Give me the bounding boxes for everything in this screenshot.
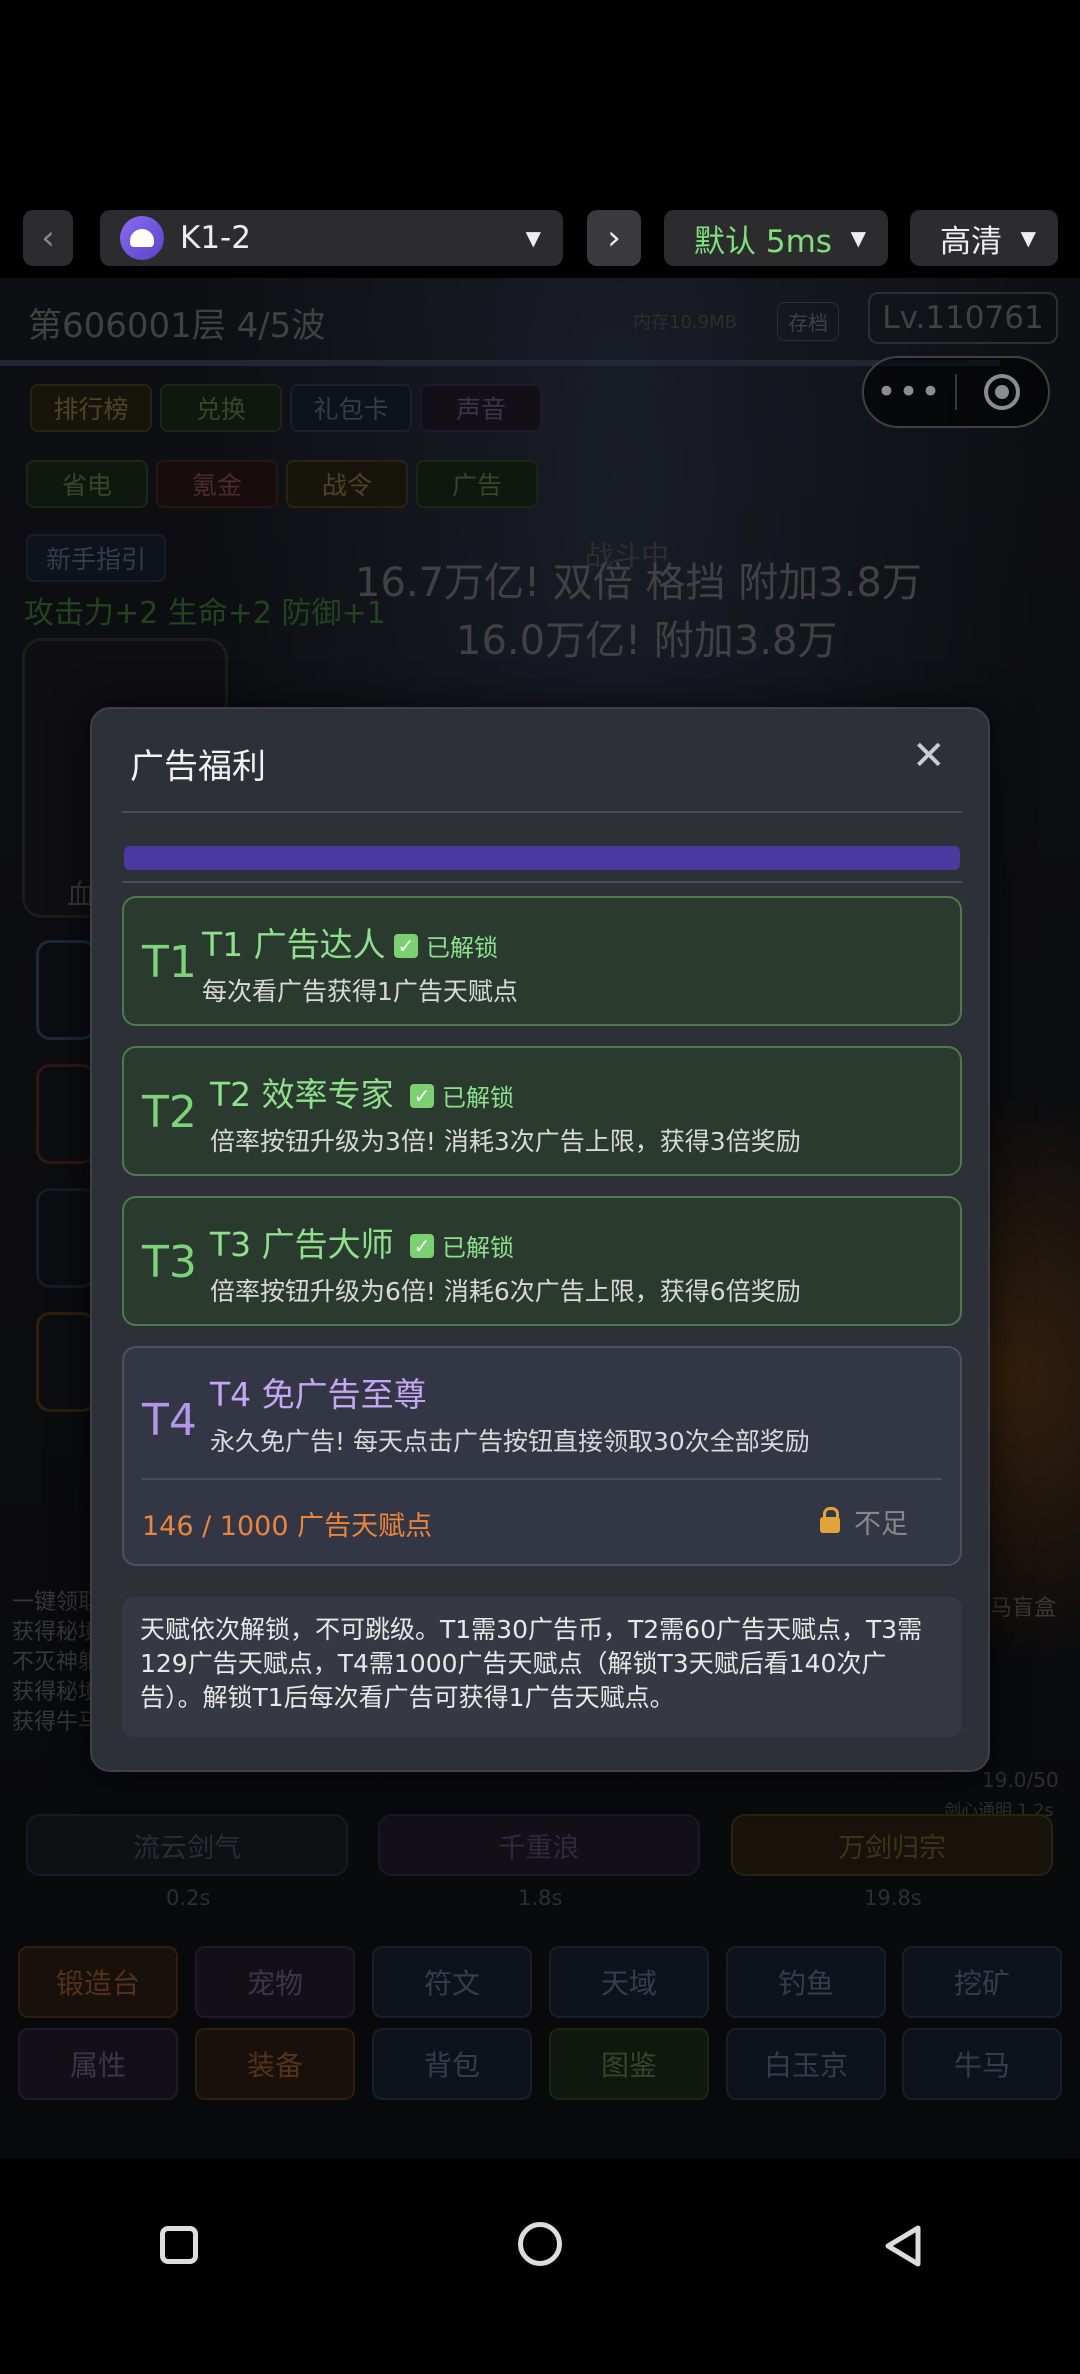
insufficient-status: 不足 bbox=[820, 1502, 908, 1541]
unlocked-badge: ✓ 已解锁 bbox=[410, 1228, 514, 1263]
tier-description: 倍率按钮升级为3倍! 消耗3次广告上限，获得3倍奖励 bbox=[210, 1127, 801, 1156]
forward-button[interactable]: › bbox=[587, 210, 641, 266]
tier-number: T4 bbox=[142, 1394, 197, 1446]
divider bbox=[142, 1478, 942, 1480]
tier-description: 每次看广告获得1广告天赋点 bbox=[202, 977, 518, 1006]
back-triangle-icon[interactable] bbox=[880, 2222, 924, 2270]
tier-number: T3 bbox=[142, 1236, 197, 1288]
tier-number: T2 bbox=[142, 1086, 197, 1138]
android-icon bbox=[120, 216, 164, 260]
tier-description: 倍率按钮升级为6倍! 消耗6次广告上限，获得6倍奖励 bbox=[210, 1277, 801, 1306]
home-icon[interactable] bbox=[518, 2222, 562, 2266]
top-toolbar: ‹ K1-2 ▼ › 默认 5ms ▼ 高清 ▼ bbox=[0, 210, 1080, 270]
rules-note: 天赋依次解锁，不可跳级。T1需30广告币，T2需60广告天赋点，T3需129广告… bbox=[122, 1597, 962, 1737]
checkbox-icon: ✓ bbox=[410, 1083, 434, 1108]
lock-icon bbox=[820, 1506, 840, 1533]
talent-points-progress: 146 / 1000 广告天赋点 bbox=[142, 1511, 433, 1542]
checkbox-icon: ✓ bbox=[394, 933, 418, 958]
divider bbox=[122, 881, 962, 883]
tier-card-t1: T1 T1 广告达人 ✓ 已解锁 每次看广告获得1广告天赋点 bbox=[122, 896, 962, 1026]
tier-card-t3: T3 T3 广告大师 ✓ 已解锁 倍率按钮升级为6倍! 消耗6次广告上限，获得6… bbox=[122, 1196, 962, 1326]
quality-selector[interactable]: 高清 ▼ bbox=[910, 210, 1058, 266]
chevron-down-icon: ▼ bbox=[525, 226, 541, 250]
tier-name: T3 广告大师 bbox=[210, 1225, 394, 1264]
speed-selector[interactable]: 默认 5ms ▼ bbox=[664, 210, 888, 266]
recents-icon[interactable] bbox=[160, 2226, 198, 2264]
tier-name: T1 广告达人 bbox=[202, 925, 386, 964]
ad-benefits-dialog: 广告福利 ✕ T1 T1 广告达人 ✓ 已解锁 每次看广告获得1广告天赋点 T2… bbox=[90, 707, 990, 1772]
tier-card-t2: T2 T2 效率专家 ✓ 已解锁 倍率按钮升级为3倍! 消耗3次广告上限，获得3… bbox=[122, 1046, 962, 1176]
tier-name: T4 免广告至尊 bbox=[210, 1375, 427, 1414]
divider bbox=[122, 811, 962, 813]
quality-label: 高清 bbox=[940, 223, 1002, 260]
speed-label: 默认 5ms bbox=[694, 223, 832, 260]
unlocked-badge: ✓ 已解锁 bbox=[410, 1078, 514, 1113]
system-nav-bar bbox=[0, 2158, 1080, 2374]
chevron-down-icon: ▼ bbox=[1020, 226, 1036, 250]
unlocked-badge: ✓ 已解锁 bbox=[394, 928, 498, 963]
checkbox-icon: ✓ bbox=[410, 1233, 434, 1258]
close-icon[interactable]: ✕ bbox=[912, 733, 946, 779]
dialog-title: 广告福利 bbox=[130, 747, 266, 787]
app-name: K1-2 bbox=[180, 220, 251, 256]
tier-card-t4: T4 T4 免广告至尊 永久免广告! 每天点击广告按钮直接领取30次全部奖励 1… bbox=[122, 1346, 962, 1566]
progress-bar bbox=[124, 846, 960, 870]
tier-description: 永久免广告! 每天点击广告按钮直接领取30次全部奖励 bbox=[210, 1427, 810, 1456]
back-button[interactable]: ‹ bbox=[23, 210, 73, 266]
app-selector[interactable]: K1-2 ▼ bbox=[100, 210, 563, 266]
tier-number: T1 bbox=[142, 936, 197, 988]
tier-name: T2 效率专家 bbox=[210, 1075, 394, 1114]
chevron-down-icon: ▼ bbox=[850, 226, 866, 250]
